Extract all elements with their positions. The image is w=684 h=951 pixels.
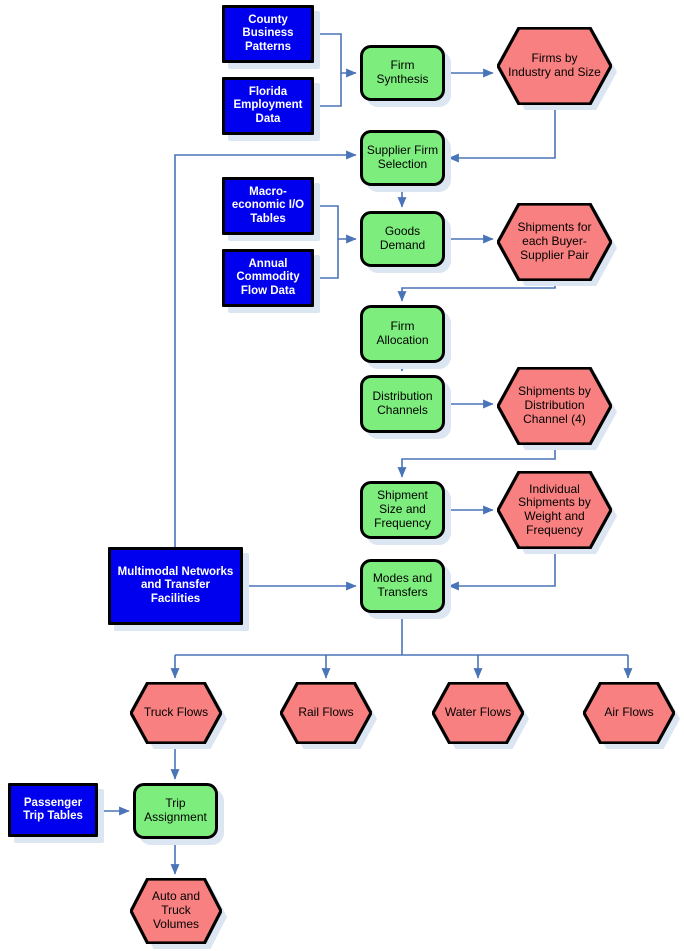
node-shipment_size_frequency[interactable]: Shipment Size and Frequency (360, 481, 445, 539)
node-goods_demand[interactable]: Goods Demand (360, 211, 445, 267)
node-shipments_buyer_supplier[interactable]: Shipments for each Buyer- Supplier Pair (497, 203, 612, 281)
node-label-firm_synthesis: Firm Synthesis (376, 58, 429, 86)
node-label-annual_commodity_flow: Annual Commodity Flow Data (236, 258, 300, 297)
node-florida_employment_data[interactable]: Florida Employment Data (222, 77, 314, 135)
node-annual_commodity_flow[interactable]: Annual Commodity Flow Data (222, 249, 314, 307)
node-air_flows[interactable]: Air Flows (583, 682, 675, 744)
node-label-distribution_channels: Distribution Channels (372, 389, 433, 417)
node-label-shipment_size_frequency: Shipment Size and Frequency (374, 488, 431, 530)
node-label-macroeconomic_io_tables: Macro-economic I/O Tables (231, 186, 305, 225)
node-label-florida_employment_data: Florida Employment Data (233, 86, 303, 125)
hexagon-shape (130, 878, 222, 944)
hexagon-shape (583, 682, 675, 744)
hexagon-shape (130, 682, 222, 744)
node-supplier_firm_selection[interactable]: Supplier Firm Selection (360, 130, 445, 186)
node-label-supplier_firm_selection: Supplier Firm Selection (366, 143, 439, 171)
node-firm_synthesis[interactable]: Firm Synthesis (360, 45, 445, 101)
node-macroeconomic_io_tables[interactable]: Macro-economic I/O Tables (222, 177, 314, 235)
node-label-goods_demand: Goods Demand (379, 224, 426, 252)
node-shipments_by_channel[interactable]: Shipments by Distribution Channel (4) (497, 367, 612, 445)
node-rail_flows[interactable]: Rail Flows (280, 682, 372, 744)
node-county_business_patterns[interactable]: County Business Patterns (222, 5, 314, 63)
node-firm_allocation[interactable]: Firm Allocation (360, 305, 445, 363)
node-label-multimodal_networks: Multimodal Networks and Transfer Facilitie… (117, 566, 234, 605)
hexagon-shape (497, 367, 612, 445)
node-truck_flows[interactable]: Truck Flows (130, 682, 222, 744)
hexagon-shape (432, 682, 524, 744)
node-firms_by_industry_size[interactable]: Firms by Industry and Size (497, 27, 612, 105)
node-trip_assignment[interactable]: Trip Assignment (133, 783, 218, 839)
hexagon-shape (497, 471, 612, 549)
hexagon-shape (497, 27, 612, 105)
node-label-county_business_patterns: County Business Patterns (242, 14, 294, 53)
connector-macro-io-to-goods-demand (314, 205, 357, 244)
node-multimodal_networks[interactable]: Multimodal Networks and Transfer Facilitie… (108, 547, 243, 625)
connector-firms-to-supplier-selection (448, 105, 556, 163)
node-label-passenger_trip_tables: Passenger Trip Tables (23, 796, 83, 822)
node-modes_and_transfers[interactable]: Modes and Transfers (360, 559, 445, 613)
node-water_flows[interactable]: Water Flows (432, 682, 524, 744)
hexagon-shape (497, 203, 612, 281)
node-label-firm_allocation: Firm Allocation (376, 319, 429, 347)
node-auto_truck_volumes[interactable]: Auto and Truck Volumes (130, 878, 222, 944)
node-passenger_trip_tables[interactable]: Passenger Trip Tables (8, 783, 98, 837)
node-label-trip_assignment: Trip Assignment (144, 796, 207, 824)
connector-cbp-to-firm-synthesis (314, 33, 357, 78)
hexagon-shape (280, 682, 372, 744)
node-individual_shipments[interactable]: Individual Shipments by Weight and Frequenc… (497, 471, 612, 549)
flowchart-canvas: County Business Patterns Florida Employment D… (0, 0, 684, 951)
node-distribution_channels[interactable]: Distribution Channels (360, 375, 445, 433)
node-label-modes_and_transfers: Modes and Transfers (372, 571, 433, 599)
